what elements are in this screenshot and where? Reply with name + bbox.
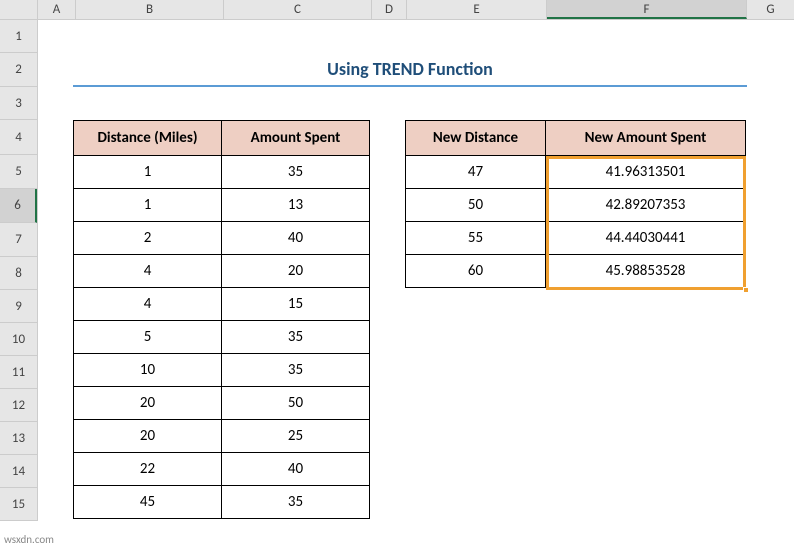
source-data-table: Distance (Miles) Amount Spent 135 113 24… <box>73 120 370 519</box>
row-header-8[interactable]: 8 <box>0 257 37 290</box>
table-row: 535 <box>74 321 370 354</box>
col-header-c[interactable]: C <box>224 0 372 19</box>
result-data-table: New Distance New Amount Spent 4741.96313… <box>405 120 746 288</box>
table-row: 5042.89207353 <box>406 189 746 222</box>
table-row: 240 <box>74 222 370 255</box>
select-all-corner[interactable] <box>0 0 38 19</box>
row-header-12[interactable]: 12 <box>0 389 37 422</box>
table2-header-newamount: New Amount Spent <box>546 121 746 156</box>
table-row: 1035 <box>74 354 370 387</box>
col-header-f[interactable]: F <box>547 0 747 19</box>
table2-header-newdistance: New Distance <box>406 121 546 156</box>
table-row: 2240 <box>74 453 370 486</box>
table-row: 5544.44030441 <box>406 222 746 255</box>
page-title: Using TREND Function <box>73 53 747 87</box>
row-header-11[interactable]: 11 <box>0 356 37 389</box>
col-header-e[interactable]: E <box>407 0 547 19</box>
row-header-4[interactable]: 4 <box>0 120 37 155</box>
col-header-b[interactable]: B <box>76 0 224 19</box>
row-header-6[interactable]: 6 <box>0 189 37 223</box>
table1-header-distance: Distance (Miles) <box>74 121 222 156</box>
row-header-15[interactable]: 15 <box>0 488 37 521</box>
row-header-2[interactable]: 2 <box>0 53 37 87</box>
table-row: 420 <box>74 255 370 288</box>
table-row: 6045.98853528 <box>406 255 746 288</box>
col-header-d[interactable]: D <box>372 0 407 19</box>
watermark: wsxdn.com <box>4 533 54 546</box>
table-row: 4741.96313501 <box>406 156 746 189</box>
table-row: 113 <box>74 189 370 222</box>
row-header-1[interactable]: 1 <box>0 20 37 53</box>
row-headers: 1 2 3 4 5 6 7 8 9 10 11 12 13 14 15 <box>0 20 38 521</box>
col-header-g[interactable]: G <box>747 0 794 19</box>
col-header-a[interactable]: A <box>38 0 76 19</box>
row-header-13[interactable]: 13 <box>0 422 37 455</box>
table1-header-amount: Amount Spent <box>222 121 370 156</box>
table-row: 2025 <box>74 420 370 453</box>
table-row: 4535 <box>74 486 370 519</box>
table-row: 415 <box>74 288 370 321</box>
row-header-10[interactable]: 10 <box>0 323 37 356</box>
row-header-3[interactable]: 3 <box>0 87 37 120</box>
row-header-5[interactable]: 5 <box>0 155 37 189</box>
row-header-7[interactable]: 7 <box>0 223 37 257</box>
table-row: 135 <box>74 156 370 189</box>
row-header-9[interactable]: 9 <box>0 290 37 323</box>
cells-area[interactable]: Using TREND Function Distance (Miles) Am… <box>38 20 794 521</box>
table-row: 2050 <box>74 387 370 420</box>
fill-handle[interactable] <box>743 287 749 293</box>
column-headers: A B C D E F G <box>0 0 794 20</box>
row-header-14[interactable]: 14 <box>0 455 37 488</box>
